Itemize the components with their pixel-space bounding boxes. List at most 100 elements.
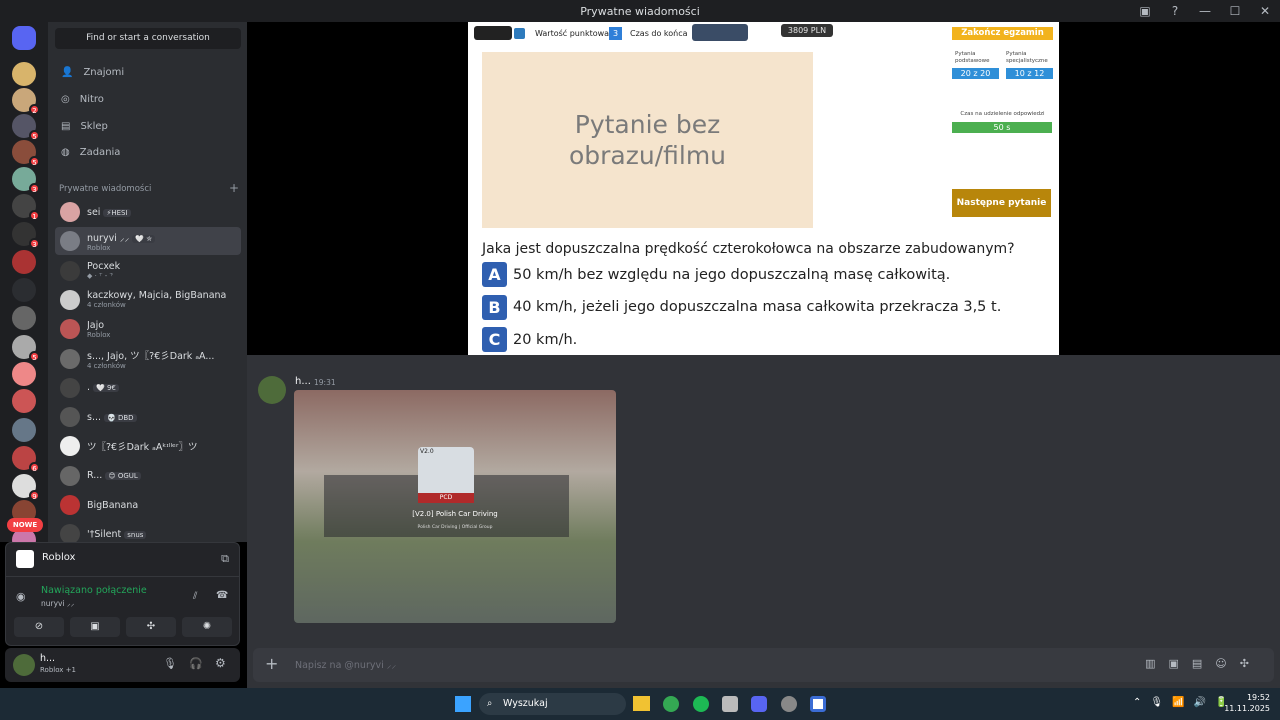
server-icon[interactable]: 5 <box>12 140 40 167</box>
add-dm-button[interactable]: + <box>229 182 239 194</box>
plus-icon[interactable]: + <box>265 654 278 673</box>
dm-name: ツ〖?€彡Dark ₐAᵏᶦˡˡᵉʳ〗ツ <box>87 439 197 453</box>
server-icon[interactable] <box>12 362 36 386</box>
dm-tag: 🤍 ✮ <box>132 234 156 243</box>
dm-text: R... 😊 OGUL <box>87 470 141 481</box>
dm-text: Pocxek ◆ · ⸆ - ⸇ <box>87 261 120 281</box>
minimize-button[interactable]: — <box>1190 0 1220 22</box>
settings-icon[interactable]: ⚙ <box>215 656 226 670</box>
server-icon[interactable]: 3 <box>12 167 40 194</box>
server-icon[interactable] <box>12 62 36 86</box>
disconnect-icon[interactable]: ☎ <box>216 590 228 601</box>
avatar[interactable] <box>258 376 286 404</box>
dm-item[interactable]: . 🤍 9€ <box>55 374 241 402</box>
taskbar-search[interactable]: ⌕ Wyszukaj <box>479 693 626 715</box>
answer-text[interactable]: 40 km/h, jeżeli jego dopuszczalna masa c… <box>513 299 1001 315</box>
dm-item[interactable]: s..., Jajo, ツ〖?€彡Dark ₐA... 4 członków <box>55 345 241 373</box>
message-composer: + Napisz na @nuryvi ⸝⸝ ▥▣▤☺✣ <box>253 648 1274 682</box>
unread-badge: 1 <box>29 210 40 221</box>
answer-text[interactable]: 50 km/h bez względu na jego dopuszczalną… <box>513 267 950 283</box>
avatar[interactable] <box>13 654 35 676</box>
start-icon[interactable] <box>455 696 471 712</box>
next-question-button[interactable]: Następne pytanie <box>952 189 1051 217</box>
dm-subtitle: ◆ · ⸆ - ⸇ <box>87 271 114 280</box>
server-icon[interactable] <box>12 389 36 413</box>
search-input[interactable]: Find or start a conversation <box>55 28 241 49</box>
dm-item[interactable]: R... 😊 OGUL <box>55 462 241 490</box>
server-icon[interactable]: 9 <box>12 474 40 501</box>
app-icon[interactable] <box>781 696 797 712</box>
dm-item[interactable]: nuryvi ⸝⸝ 🤍 ✮ Roblox <box>55 227 241 256</box>
dm-tag: 🤍 9€ <box>93 384 119 393</box>
message-input[interactable]: Napisz na @nuryvi ⸝⸝ <box>295 658 396 671</box>
activities-button[interactable]: ✣ <box>126 617 176 637</box>
dm-item[interactable]: s... 💀 DBD <box>55 403 241 431</box>
maximize-button[interactable]: ☐ <box>1220 0 1250 22</box>
clock-time[interactable]: 19:52 <box>1220 693 1270 702</box>
dm-name: s... 💀 DBD <box>87 412 137 423</box>
answer-letter[interactable]: C <box>482 327 507 352</box>
nav-nitro[interactable]: ◎ Nitro <box>55 87 241 111</box>
answer-text[interactable]: 20 km/h. <box>513 332 577 348</box>
soundboard-button[interactable]: ✺ <box>182 617 232 637</box>
server-icon[interactable] <box>12 250 36 274</box>
discord-home-icon[interactable] <box>12 26 36 50</box>
close-button[interactable]: ✕ <box>1250 0 1280 22</box>
dm-item[interactable]: Pocxek ◆ · ⸆ - ⸇ <box>55 257 241 285</box>
dm-item[interactable]: sei ⚡HESI <box>55 198 241 226</box>
dm-name: nuryvi ⸝⸝ 🤍 ✮ <box>87 231 156 244</box>
nav-friends[interactable]: 👤 Znajomi <box>55 60 241 84</box>
dm-item[interactable]: ツ〖?€彡Dark ₐAᵏᶦˡˡᵉʳ〗ツ <box>55 432 241 460</box>
server-icon[interactable]: 5 <box>12 335 40 362</box>
avatar <box>60 377 80 398</box>
server-icon[interactable] <box>12 306 36 330</box>
answer-option[interactable]: B 40 km/h, jeżeli jego dopuszczalna masa … <box>482 294 1001 320</box>
message-author[interactable]: h... <box>295 376 311 387</box>
spotify-icon[interactable] <box>693 696 709 712</box>
dm-item[interactable]: kaczkowy, Majcia, BigBanana 4 członków <box>55 286 241 314</box>
file-explorer-icon[interactable] <box>633 696 650 711</box>
answer-letter[interactable]: A <box>482 262 507 287</box>
popout-icon[interactable]: ⧉ <box>221 552 229 566</box>
dm-item[interactable]: Jajo Roblox <box>55 315 241 343</box>
roblox-taskbar-icon[interactable] <box>810 696 826 712</box>
embed-subtitle: Polish Car Driving | Official Group <box>417 525 493 530</box>
message-image[interactable]: V2.0 PCD [V2.0] Polish Car Driving Polis… <box>294 390 616 623</box>
answer-option[interactable]: C 20 km/h. <box>482 327 577 352</box>
dm-item[interactable]: BigBanana <box>55 491 241 519</box>
server-icon[interactable] <box>12 418 36 442</box>
nav-shop[interactable]: ▤ Sklep <box>55 114 241 138</box>
toolbar-icons[interactable] <box>692 24 748 41</box>
roblox-menu-icon[interactable] <box>474 26 512 40</box>
server-icon[interactable]: 6 <box>12 446 40 473</box>
new-badge[interactable]: NOWE <box>7 518 43 532</box>
dm-subtitle: 4 członków <box>87 361 126 370</box>
server-icon[interactable] <box>12 278 36 302</box>
server-icon[interactable]: 3 <box>12 222 40 249</box>
help-icon[interactable]: ? <box>1160 0 1190 22</box>
server-icon[interactable]: 1 <box>12 194 40 221</box>
server-icon[interactable]: 5 <box>12 114 40 141</box>
noise-suppression-icon[interactable]: ⫽ <box>193 591 197 602</box>
signal-icon[interactable]: ◉ <box>16 590 26 603</box>
dm-tag: 💀 DBD <box>104 413 137 422</box>
dm-name-text: . <box>87 382 91 394</box>
headphones-icon[interactable]: 🎧 <box>189 657 203 670</box>
chrome-icon[interactable] <box>663 696 679 712</box>
answer-option[interactable]: A 50 km/h bez względu na jego dopuszczaln… <box>482 262 950 287</box>
nav-quests[interactable]: ◍ Zadania <box>55 140 241 164</box>
mic-icon[interactable]: 🎙 <box>163 657 177 670</box>
answer-letter[interactable]: B <box>482 294 507 320</box>
screen-share-button[interactable]: ▣ <box>70 617 120 637</box>
composer-icons[interactable]: ▥▣▤☺✣ <box>1145 657 1262 670</box>
camera-button[interactable]: ⊘ <box>14 617 64 637</box>
inbox-icon[interactable]: ▣ <box>1130 0 1160 22</box>
dm-text: ツ〖?€彡Dark ₐAᵏᶦˡˡᵉʳ〗ツ <box>87 439 197 453</box>
end-exam-button[interactable]: Zakończ egzamin <box>952 27 1053 40</box>
app-icon[interactable] <box>722 696 738 712</box>
clock-date[interactable]: 11.11.2025 <box>1220 704 1270 713</box>
voice-status: Nawiązano połączenie <box>41 585 147 596</box>
discord-taskbar-icon[interactable] <box>751 696 767 712</box>
server-icon[interactable]: 2 <box>12 88 40 115</box>
money-value: 3809 PLN <box>787 26 827 35</box>
